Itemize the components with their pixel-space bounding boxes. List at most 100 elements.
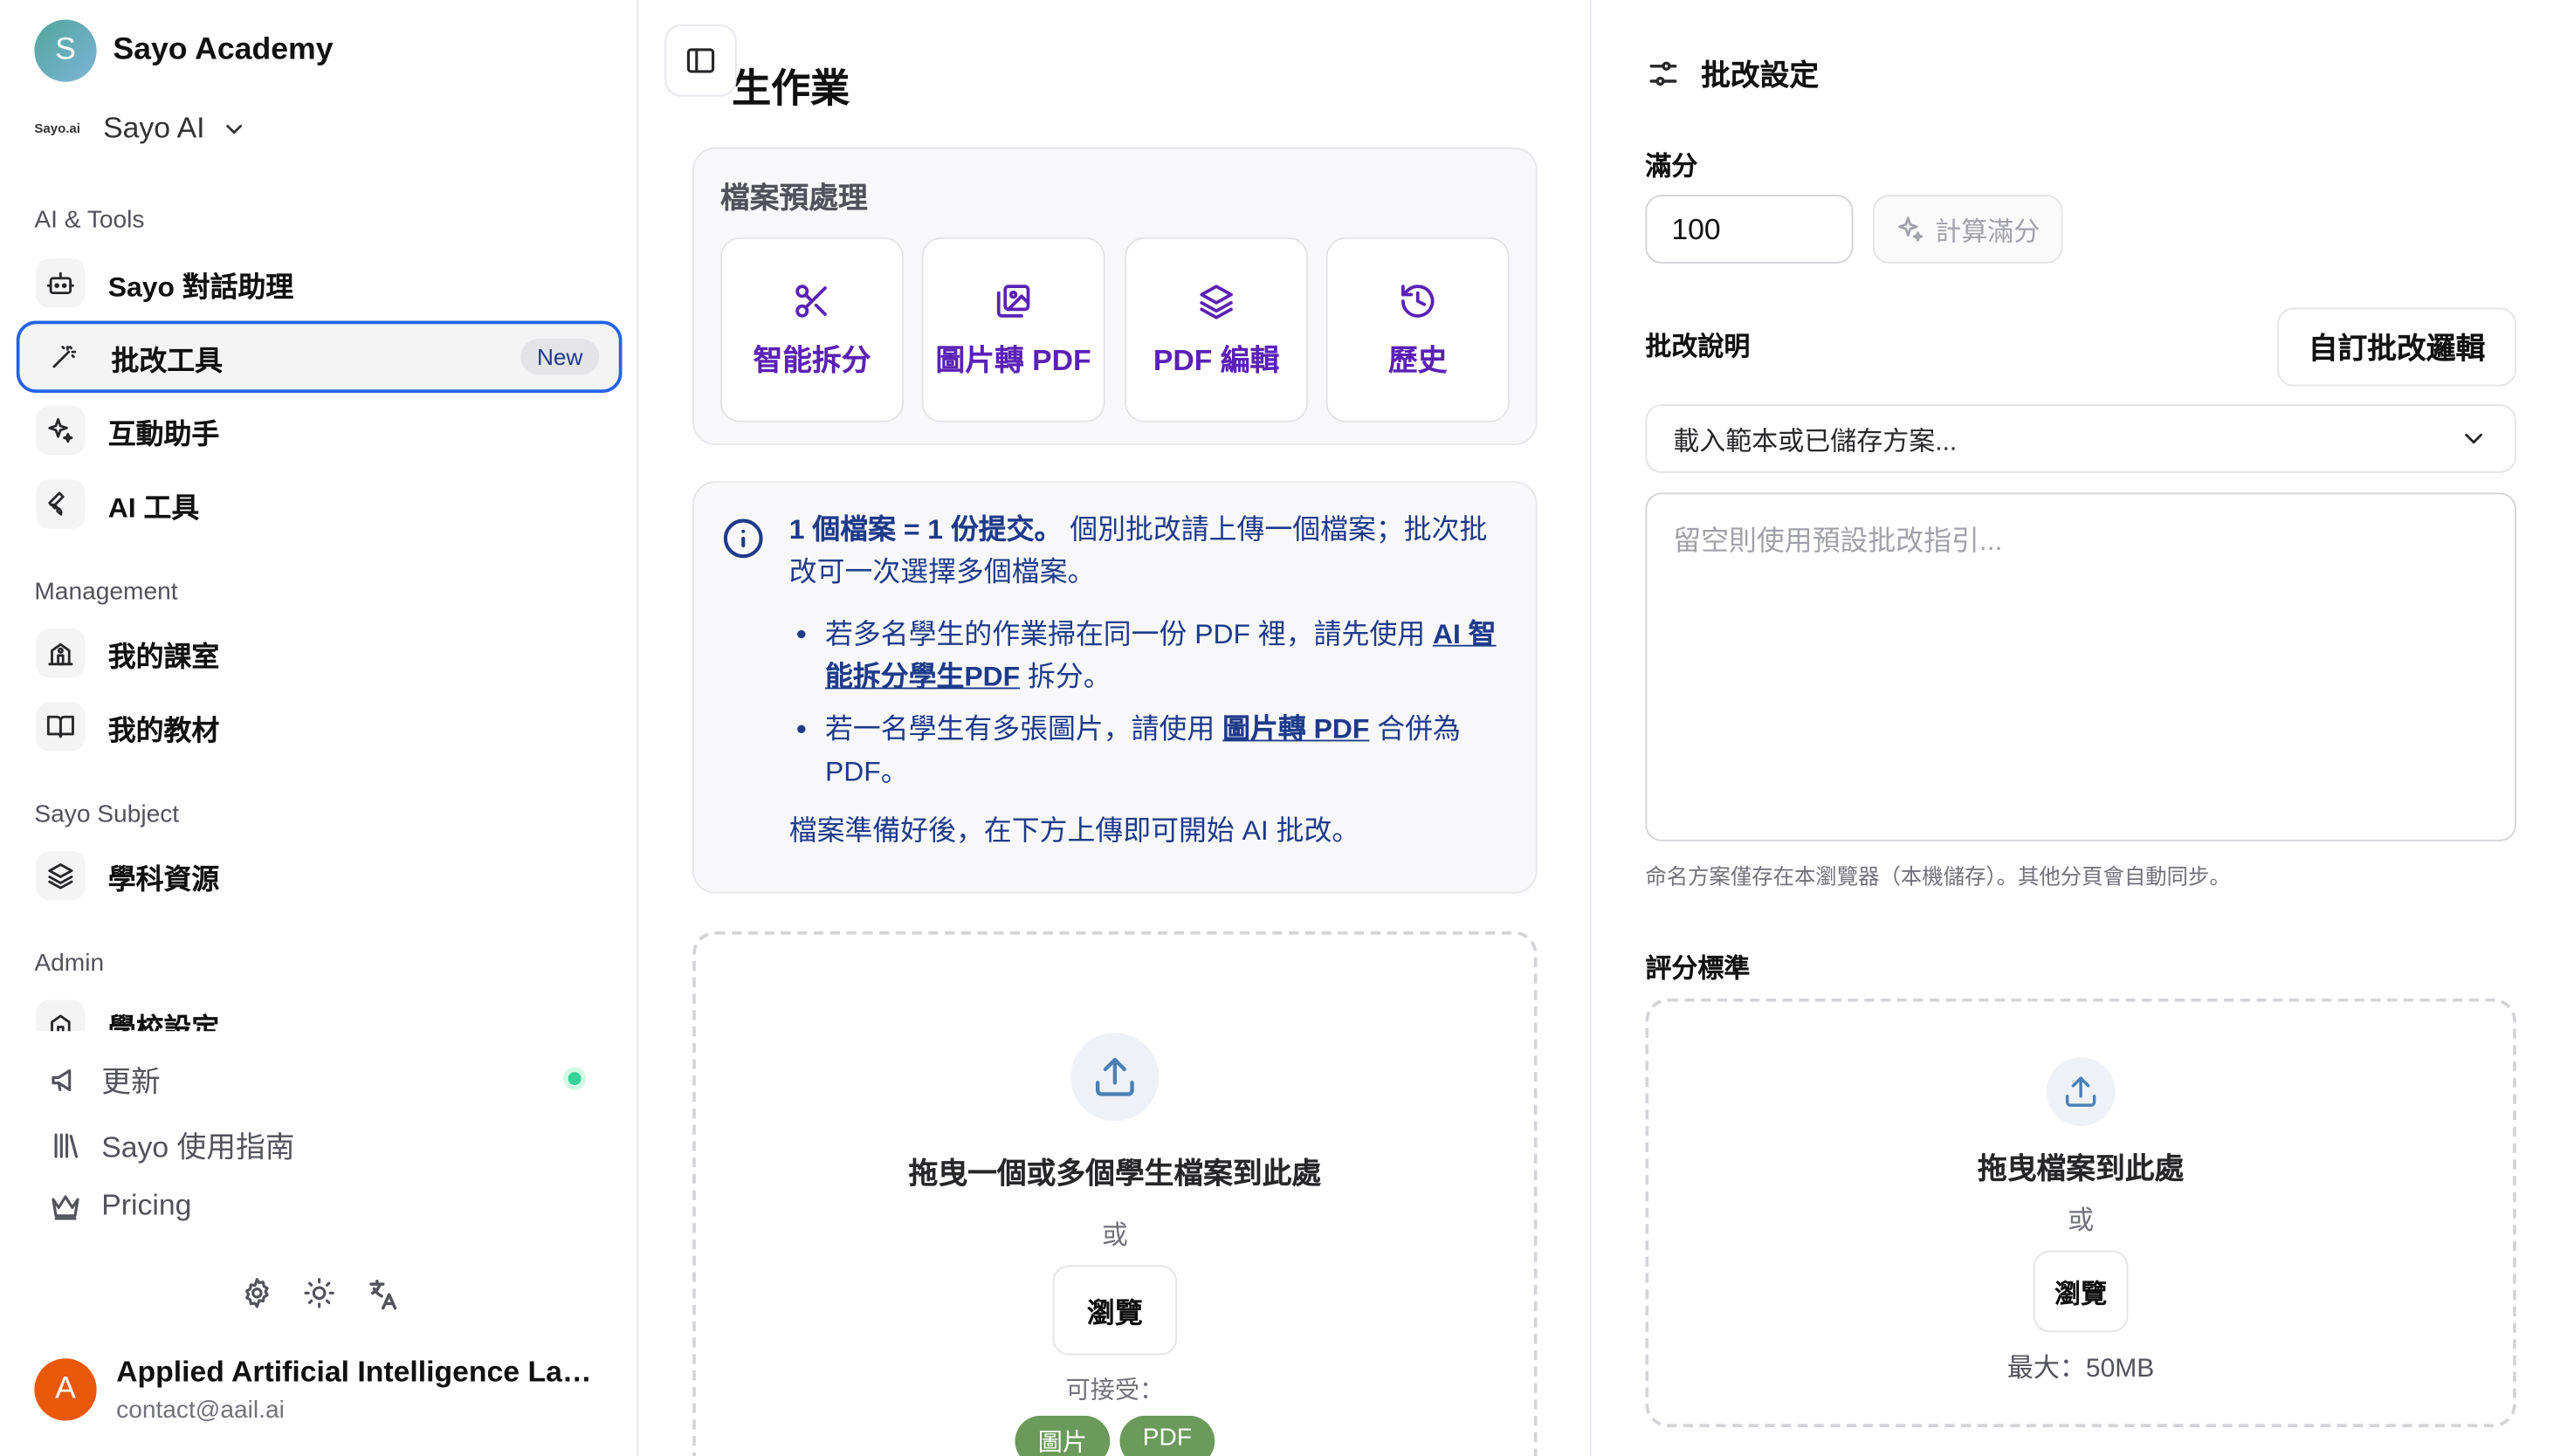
accepted-types: 圖片 PDF [696,1415,1534,1456]
student-file-dropzone[interactable]: 拖曳一個或多個學生檔案到此處 或 瀏覽 可接受： 圖片 PDF [692,931,1538,1456]
workspace-name: Sayo Academy [113,32,334,67]
sidebar-item-ai-tools[interactable]: AI 工具 [17,468,623,540]
megaphone-icon [49,1064,82,1097]
rubric-or: 或 [2068,1207,2095,1236]
translate-icon[interactable] [365,1277,401,1313]
wrench-icon [36,479,86,529]
tool-pdf-edit[interactable]: PDF 編輯 [1125,237,1309,422]
book-open-icon [36,702,86,752]
toggle-sidebar-button[interactable] [664,24,737,97]
school-icon [36,999,86,1032]
info-text: 1 個檔案 = 1 份提交。 個別批改請上傳一個檔案；批次批改可一次選擇多個檔案… [789,509,1510,853]
rubric-label: 評分標準 [1645,956,1751,984]
library-icon [49,1130,82,1163]
sidebar-item-label: 學科資源 [107,863,220,895]
calc-label: 計算滿分 [1935,219,2041,248]
settings-icon[interactable] [241,1277,274,1313]
school-icon [36,628,86,678]
preset-select[interactable]: 載入範本或已儲存方案... [1645,404,2516,473]
sidebar-item-classroom[interactable]: 我的課室 [17,617,623,690]
instructions-label: 批改說明 [1645,333,1751,362]
calc-full-score-button[interactable]: 計算滿分 [1873,195,2063,264]
sidebar-item-school-settings[interactable]: 學校設定 [17,989,623,1032]
info-list: 若多名學生的作業掃在同一份 PDF 裡，請先使用 AI 智能拆分學生PDF 拆分… [789,614,1510,793]
sidebar-item-chat[interactable]: Sayo 對話助理 [17,247,623,319]
info-card: 1 個檔案 = 1 份提交。 個別批改請上傳一個檔案；批次批改可一次選擇多個檔案… [692,481,1538,894]
settings-header: 批改設定 [1645,52,1819,95]
bullet-text: 拆分。 [1020,661,1111,693]
dropzone-title: 拖曳一個或多個學生檔案到此處 [908,1157,1322,1191]
magic-wand-icon [39,332,89,381]
sidebar-item-materials[interactable]: 我的教材 [17,690,623,763]
sidebar-toggle-icon [685,45,718,78]
workspace-switcher[interactable]: S Sayo Academy [34,19,334,82]
chevron-down-icon [221,115,247,141]
info-intro: 1 個檔案 = 1 份提交。 個別批改請上傳一個檔案；批次批改可一次選擇多個檔案… [789,509,1510,594]
type-chip-image: 圖片 [1015,1415,1111,1456]
guide-link[interactable]: Sayo 使用指南 [49,1124,295,1167]
custom-logic-button[interactable]: 自訂批改邏輯 [2277,307,2516,387]
user-email: contact@aail.ai [116,1396,285,1425]
sidebar-item-label: 批改工具 [111,344,224,376]
rubric-browse-button[interactable]: 瀏覽 [2033,1250,2129,1333]
layers-icon [1197,281,1236,320]
dropzone-or: 或 [1101,1222,1128,1251]
sidebar-item-label: 互動助手 [107,418,220,450]
section-label-ai-tools: AI & Tools [34,206,145,235]
images-icon [994,281,1033,320]
pricing-link[interactable]: Pricing [49,1188,191,1222]
accepted-label: 可接受： [1065,1376,1165,1404]
main-panel: 生作業 檔案預處理 智能拆分 圖片轉 PDF PDF 編輯 歷史 1 個檔案 =… [640,0,1590,1456]
image-to-pdf-link[interactable]: 圖片轉 PDF [1222,714,1369,745]
sparkles-icon [1896,215,1925,244]
new-badge: New [520,339,600,375]
layers-icon [36,851,86,901]
tool-smart-split[interactable]: 智能拆分 [720,237,904,422]
section-label-admin: Admin [34,949,105,978]
sidebar-item-grading[interactable]: 批改工具 New [16,320,623,393]
scissors-icon [793,281,832,320]
grading-settings-panel: 批改設定 滿分 100 計算滿分 批改說明 自訂批改邏輯 載入範本或已儲存方案.… [1589,0,2567,1456]
section-label-subject: Sayo Subject [34,800,180,828]
info-bullet: 若一名學生有多張圖片，請使用 圖片轉 PDF 合併為 PDF。 [825,709,1510,794]
crown-icon [49,1189,82,1222]
full-score-input[interactable]: 100 [1645,195,1854,264]
org-name: Sayo AI [103,111,205,145]
sidebar-item-label: 學校設定 [107,1012,220,1032]
info-bullet: 若多名學生的作業掃在同一份 PDF 裡，請先使用 AI 智能拆分學生PDF 拆分… [825,614,1510,699]
sidebar-item-interactive[interactable]: 互動助手 [17,395,623,467]
prep-title: 檔案預處理 [720,182,868,215]
tool-label: 歷史 [1388,342,1448,376]
sidebar: S Sayo Academy Sayo.ai Sayo AI AI & Tool… [0,0,639,1456]
browse-button[interactable]: 瀏覽 [1052,1265,1178,1356]
user-avatar: A [34,1358,97,1421]
history-icon [1398,281,1437,320]
tool-image-to-pdf[interactable]: 圖片轉 PDF [921,237,1105,422]
user-profile[interactable]: A Applied Artificial Intelligence Lab...… [34,1356,595,1425]
rubric-dropzone[interactable]: 拖曳檔案到此處 或 瀏覽 最大：50MB [1645,998,2516,1427]
sidebar-item-subject-resources[interactable]: 學科資源 [17,840,623,912]
preset-select-value: 載入範本或已儲存方案... [1673,429,1958,457]
info-footer: 檔案準備好後，在下方上傳即可開始 AI 批改。 [788,814,1360,847]
updates-label: 更新 [101,1065,161,1099]
instructions-textarea[interactable]: 留空則使用預設批改指引... [1645,492,2516,841]
utility-icons [241,1277,402,1313]
bullet-text: 若一名學生有多張圖片，請使用 [825,713,1223,745]
theme-sun-icon[interactable] [303,1277,336,1313]
upload-icon-wrap [1070,1033,1160,1122]
sparkles-icon [36,406,86,456]
rubric-drop-title: 拖曳檔案到此處 [1978,1152,2185,1185]
status-dot [563,1067,587,1090]
section-label-management: Management [34,577,178,606]
settings-title: 批改設定 [1701,58,1820,93]
sidebar-item-label: 我的教材 [107,714,220,746]
preset-help-text: 命名方案僅存在本瀏覽器（本機儲存）。其他分頁會自動同步。 [1645,864,2231,889]
chevron-down-icon [2459,424,2488,454]
info-bold: 1 個檔案 = 1 份提交。 [788,513,1063,546]
pricing-label: Pricing [101,1188,192,1221]
org-switcher[interactable]: Sayo.ai Sayo AI [34,112,247,146]
org-logo: Sayo.ai [34,120,80,136]
tool-history[interactable]: 歷史 [1325,237,1510,422]
sidebar-item-label: Sayo 對話助理 [107,271,294,302]
updates-link[interactable]: 更新 [49,1059,161,1102]
